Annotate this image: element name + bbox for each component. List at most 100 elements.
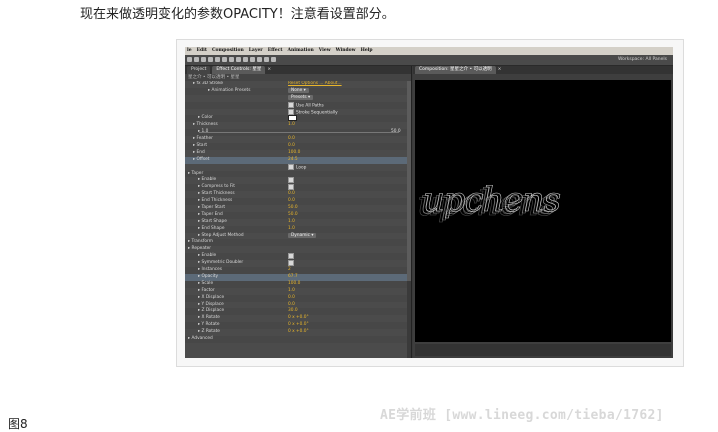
checkbox[interactable] [288,253,294,260]
pen-tool-icon[interactable] [236,57,241,62]
menu-item[interactable]: le [187,47,192,55]
menu-item[interactable]: Edit [197,47,207,55]
mask-tool-icon[interactable] [229,57,234,62]
property-row[interactable]: ▸ Transform [185,239,407,247]
property-row[interactable]: ▸ Instances 2 [185,267,407,274]
checkbox[interactable] [288,184,294,191]
checkbox[interactable] [288,260,294,267]
property-row[interactable]: ▸ Animation Presets None ▾ [185,87,407,95]
property-row[interactable]: ▸ Scale 100.0 [185,280,407,288]
property-row[interactable]: Presets ▾ [185,94,407,102]
property-value[interactable]: 1.0 [288,219,295,226]
menu-item[interactable]: Help [361,47,373,55]
menu-item[interactable]: Composition [212,47,244,55]
property-row[interactable]: ▸ Opacity 67.7 [185,273,407,281]
pan-behind-tool-icon[interactable] [222,57,227,62]
property-row[interactable]: Stroke Sequentially [185,108,407,116]
property-value[interactable]: 1.0 [288,122,295,129]
property-label: ▸ fx 3D Stroke [193,81,224,86]
property-row[interactable]: ▸ Thickness 1.0 [185,122,407,129]
checkbox[interactable] [288,101,294,108]
property-label: ▸ End Shape [198,225,225,231]
color-swatch-icon[interactable] [288,115,297,122]
menu-item[interactable]: Effect [268,47,283,55]
close-icon[interactable]: × [267,66,271,74]
camera-tool-icon[interactable] [215,57,220,62]
property-value[interactable]: 100.0 [288,150,300,157]
dropdown-value[interactable]: Dynamic ▾ [288,232,317,238]
checkbox[interactable] [288,177,294,184]
scrollbar[interactable] [407,81,411,358]
hand-tool-icon[interactable] [194,57,199,62]
property-row[interactable]: ▸ Z Rotate 0 x +0.0° [185,329,407,336]
effect-controls-panel: Project Effect Controls: 星星 × 星之介 • 可以透明… [185,66,412,358]
property-label: ▸ Taper Start [198,205,226,211]
composition-viewer[interactable]: upchens upchens upchens [415,80,671,342]
property-value[interactable]: 0.0 [288,295,295,302]
menu-item[interactable]: View [319,47,331,55]
menu-item[interactable]: Animation [288,47,314,55]
property-row[interactable]: Loop [185,163,407,171]
scrollbar-thumb[interactable] [407,81,411,281]
property-row[interactable]: Use All Paths [185,101,407,109]
eraser-tool-icon[interactable] [264,57,269,62]
breadcrumb: 星之介 • 可以透明 • 星星 [185,74,411,81]
tab-composition[interactable]: Composition: 星星之介 • 可以透明 [415,66,496,74]
zoom-tool-icon[interactable] [201,57,206,62]
property-row[interactable]: ▸ Start Shape 1.0 [185,219,407,226]
close-icon[interactable]: × [498,66,502,74]
tab-effect-controls[interactable]: Effect Controls: 星星 [212,66,266,74]
property-row[interactable]: ▸ 1.050.0 [185,129,407,137]
rotate-tool-icon[interactable] [208,57,213,62]
property-value[interactable]: 2 [288,267,291,274]
property-value[interactable]: 100.0 [288,281,300,288]
brush-tool-icon[interactable] [250,57,255,62]
property-value[interactable]: 0 x +0.0° [288,329,309,336]
tab-project[interactable]: Project [187,66,211,74]
property-row[interactable]: ▸ Advanced [185,335,407,343]
menu-item[interactable]: Layer [249,47,263,55]
clone-tool-icon[interactable] [257,57,262,62]
effect-links[interactable]: Reset Options ... About... [288,81,342,88]
property-row[interactable]: ▸ Feather 0.0 [185,136,407,143]
checkbox[interactable] [288,163,294,170]
property-value[interactable]: 0.0 [288,143,295,150]
property-row[interactable]: ▸ Taper Start 50.0 [185,205,407,212]
property-label: ▸ End Thickness [198,198,233,204]
property-row[interactable]: ▸ End Thickness 0.0 [185,198,407,206]
property-row[interactable]: ▸ Start 0.0 [185,143,407,150]
property-row[interactable]: ▸ fx 3D Stroke Reset Options ... About... [185,81,407,88]
text-tool-icon[interactable] [243,57,248,62]
menu-item[interactable]: Window [336,47,356,55]
dropdown-value[interactable]: Presets ▾ [288,94,314,100]
thickness-slider[interactable] [199,132,399,134]
property-row[interactable]: ▸ End 100.0 [185,150,407,157]
property-dropdown[interactable]: None ▾ [288,87,309,95]
checkbox[interactable] [288,108,294,115]
property-value[interactable]: 24.5 [288,157,298,164]
puppet-tool-icon[interactable] [271,57,276,62]
property-row[interactable]: ▸ Step Adjust Method Dynamic ▾ [185,232,407,240]
property-row[interactable]: ▸ X Displace 0.0 [185,294,407,302]
property-value[interactable]: 50.0 [288,205,298,212]
selection-tool-icon[interactable] [187,57,192,62]
property-row[interactable]: ▸ Taper End 50.0 [185,211,407,219]
property-value[interactable]: 1.0 [288,288,295,295]
property-value[interactable]: 67.7 [288,274,298,281]
property-row[interactable]: ▸ Color [185,115,407,123]
property-row[interactable]: ▸ Symmetric Doubler [185,260,407,267]
property-row[interactable]: ▸ End Shape 1.0 [185,225,407,233]
workspace-selector[interactable]: Workspace: All Panels [618,56,667,64]
property-value[interactable]: 50.0 [288,212,298,219]
property-row[interactable]: ▸ Taper [185,170,407,178]
property-dropdown[interactable]: Dynamic ▾ [288,232,317,240]
property-value[interactable]: 0.0 [288,136,295,143]
property-value[interactable]: 1.0 [288,226,295,233]
property-value[interactable]: 0.0 [288,198,295,205]
dropdown-value[interactable]: None ▾ [288,87,309,93]
property-row[interactable]: ▸ Offset 24.5 [185,156,407,164]
property-dropdown[interactable]: Presets ▾ [288,94,314,102]
property-row[interactable]: ▸ Repeater [185,246,407,253]
property-label: ▸ Z Rotate [198,329,220,335]
property-row[interactable]: ▸ Factor 1.0 [185,288,407,295]
